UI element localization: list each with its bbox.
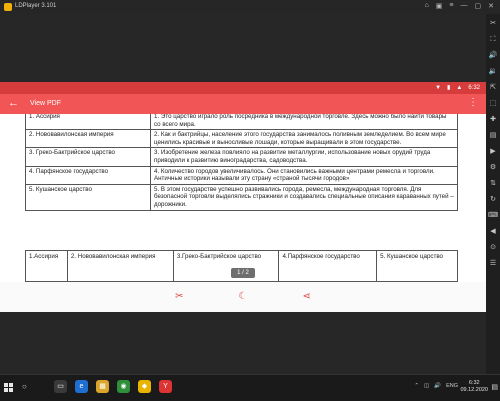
table-cell-description: 5. В этом государстве успешно развивалис… (150, 183, 458, 211)
sidebar-icon[interactable]: ✂ (486, 19, 500, 29)
table-cell-description: 4. Количество городов увеличивалось. Они… (150, 165, 458, 185)
volume-icon[interactable]: 🔊 (434, 383, 441, 389)
windows-taskbar: ○ ▭ e ▦ ◉ ◆ Y ⌃ ◫ 🔊 ENG 6:32 09.12.2020 … (0, 374, 500, 401)
task-view-icon[interactable]: ▭ (54, 380, 67, 393)
sidebar-icon[interactable]: ⚙ (486, 163, 500, 173)
table-cell-country: 4. Парфянское государство (25, 165, 151, 185)
sidebar-icon[interactable]: ⛶ (486, 35, 500, 45)
emulator-title-bar: LDPlayer 3.101 ⌂ ▣ ≡ — ▢ ✕ (0, 0, 500, 14)
sidebar-icon[interactable]: ↻ (486, 195, 500, 205)
taskbar-clock[interactable]: 6:32 09.12.2020 (460, 380, 488, 394)
notification-icon[interactable]: ▤ (491, 383, 498, 391)
page-indicator: 1 / 2 (231, 268, 255, 278)
windows-start-icon[interactable] (4, 383, 13, 392)
answer-cell: 4.Парфянское государство (278, 250, 378, 282)
sidebar-icon[interactable]: ⊙ (486, 243, 500, 253)
table-row: 3. Греко-Бактрийское царство 3. Изобрете… (25, 147, 458, 167)
more-options-icon[interactable]: ⋮ (468, 98, 478, 108)
app-title: View PDF (30, 100, 61, 107)
sidebar-icon[interactable]: ▶ (486, 147, 500, 157)
table-row: 5. Кушанское царство 5. В этом государст… (25, 183, 458, 211)
sidebar-icon[interactable]: ⇅ (486, 179, 500, 189)
sidebar-icon[interactable]: ◀ (486, 227, 500, 237)
countries-table: 1. Ассирия 1. Это царство играло роль по… (25, 114, 458, 211)
emulator-screen: ▼ ▮ ▲ 6:32 ← View PDF ⋮ 1. Ассирия 1. Эт… (0, 14, 486, 374)
sidebar-icon[interactable]: 🔉 (486, 67, 500, 77)
table-cell-country: 5. Кушанское царство (25, 183, 151, 211)
sidebar-icon[interactable]: ✚ (486, 115, 500, 125)
table-cell-country: 3. Греко-Бактрийское царство (25, 147, 151, 167)
battery-icon: ▮ (447, 85, 451, 91)
window-controls: ⌂ ▣ ≡ — ▢ ✕ (425, 2, 494, 10)
maximize-button[interactable]: ▢ (475, 2, 482, 10)
system-tray: ⌃ ◫ 🔊 ENG (414, 383, 458, 389)
table-row: 4. Парфянское государство 4. Количество … (25, 165, 458, 185)
sidebar-icon[interactable]: ⇱ (486, 83, 500, 93)
answer-cell: 3.Греко-Бактрийское царство (172, 250, 280, 282)
clock-date: 09.12.2020 (460, 387, 488, 393)
close-button[interactable]: ✕ (488, 2, 494, 10)
language-indicator[interactable]: ENG (446, 383, 458, 389)
multi-window-icon[interactable]: ▣ (436, 2, 443, 10)
sidebar-icon[interactable]: ☰ (486, 259, 500, 269)
share-icon[interactable]: ⋖ (302, 292, 310, 302)
table-cell-country: 2. Нововавилонская империя (25, 129, 151, 149)
app-bar: ← View PDF ⋮ (0, 94, 486, 114)
minimize-button[interactable]: — (461, 2, 468, 10)
chrome-icon[interactable]: ◉ (117, 380, 130, 393)
table-row: 2. Нововавилонская империя 2. Как и бакт… (25, 129, 458, 149)
android-status-bar: ▼ ▮ ▲ 6:32 (0, 82, 486, 94)
emulator-title: LDPlayer 3.101 (15, 3, 57, 9)
status-time: 6:32 (468, 84, 480, 91)
night-mode-icon[interactable]: ☾ (239, 292, 248, 302)
yandex-browser-icon[interactable]: Y (159, 380, 172, 393)
tools-icon[interactable]: ✂ (175, 292, 183, 302)
clock-time: 6:32 (468, 380, 480, 386)
ldplayer-logo-icon (4, 3, 12, 11)
tray-expand-icon[interactable]: ⌃ (414, 383, 419, 389)
table-row: 1. Ассирия 1. Это царство играло роль по… (25, 114, 458, 131)
wifi-icon: ▼ (435, 84, 442, 91)
edge-browser-icon[interactable]: e (75, 380, 88, 393)
home-icon[interactable]: ⌂ (425, 2, 429, 10)
answer-cell: 5. Кушанское царство (376, 250, 458, 282)
back-arrow-icon[interactable]: ← (8, 98, 19, 109)
bottom-action-bar: ✂ ☾ ⋖ (0, 282, 486, 312)
file-explorer-icon[interactable]: ▦ (96, 380, 109, 393)
ldplayer-taskbar-icon[interactable]: ◆ (138, 380, 151, 393)
answer-cell: 1.Ассирия (25, 250, 68, 282)
sidebar-icon[interactable]: 🔊 (486, 51, 500, 61)
sidebar-icon[interactable]: ⬚ (486, 99, 500, 109)
table-cell-description: 2. Как и бактрийцы, население этого госу… (150, 129, 458, 149)
answer-cell: 2. Нововавилонская империя (66, 250, 174, 282)
table-cell-description: 3. Изобретение железа повлияло на развит… (150, 147, 458, 167)
signal-icon: ▲ (456, 84, 463, 91)
search-icon[interactable]: ○ (22, 382, 27, 391)
network-icon[interactable]: ◫ (424, 383, 429, 389)
menu-icon[interactable]: ≡ (449, 2, 453, 10)
android-screen: ▼ ▮ ▲ 6:32 ← View PDF ⋮ 1. Ассирия 1. Эт… (0, 82, 486, 312)
sidebar-icon[interactable]: ⌨ (486, 211, 500, 221)
table-cell-description: 1. Это царство играло роль посредника в … (150, 114, 458, 131)
table-cell-country: 1. Ассирия (25, 114, 151, 131)
sidebar-icon[interactable]: ▤ (486, 131, 500, 141)
emulator-sidebar: ✂ ⛶ 🔊 🔉 ⇱ ⬚ ✚ ▤ ▶ ⚙ ⇅ ↻ ⌨ ◀ ⊙ ☰ (486, 14, 500, 374)
taskbar-apps: ▭ e ▦ ◉ ◆ Y (54, 380, 172, 393)
